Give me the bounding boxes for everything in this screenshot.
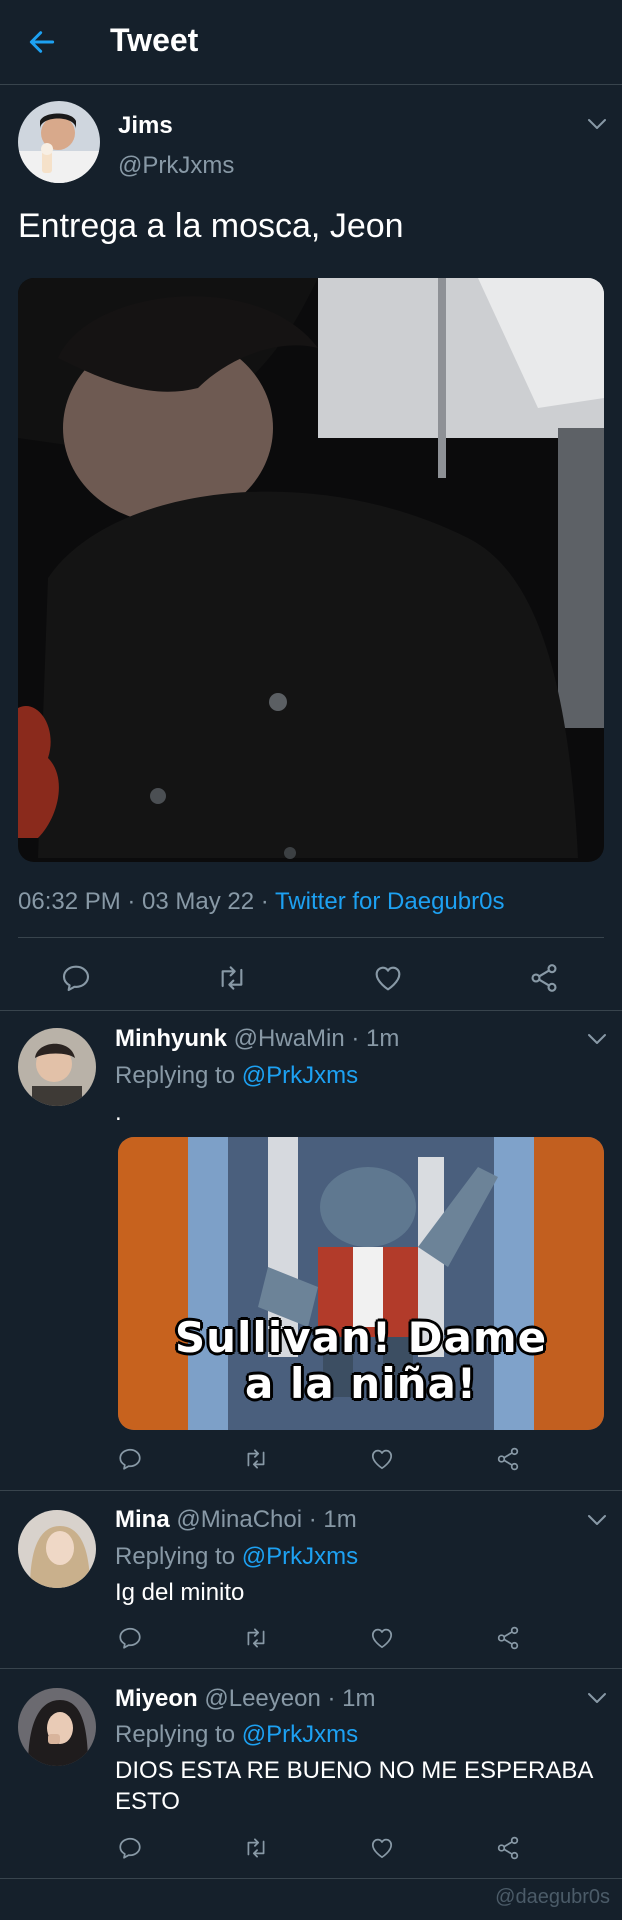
retweet-icon[interactable]: [243, 1625, 269, 1651]
reply-gif[interactable]: Sullivan! Dame a la niña!: [118, 1137, 604, 1430]
reply-handle-time: @Leeyeon · 1m: [197, 1685, 376, 1712]
chevron-down-icon[interactable]: [586, 1691, 608, 1705]
replying-label: Replying to: [115, 1721, 242, 1748]
avatar[interactable]: [18, 1028, 96, 1106]
tweet-meta: 06:32 PM · 03 May 22 · Twitter for Daegu…: [18, 888, 504, 916]
retweet-icon[interactable]: [243, 1446, 269, 1472]
reply-handle-time: @MinaChoi · 1m: [169, 1506, 357, 1533]
share-icon[interactable]: [495, 1625, 521, 1651]
reply-text: .: [115, 1099, 122, 1126]
share-icon[interactable]: [495, 1446, 521, 1472]
tweet-image[interactable]: [18, 278, 604, 862]
like-icon[interactable]: [369, 1446, 395, 1472]
like-icon[interactable]: [369, 1835, 395, 1861]
avatar[interactable]: [18, 1510, 96, 1588]
replying-to: Replying to @PrkJxms: [115, 1062, 358, 1090]
replying-handle-link[interactable]: @PrkJxms: [242, 1062, 358, 1089]
divider: [0, 1878, 622, 1879]
retweet-icon[interactable]: [243, 1835, 269, 1861]
replying-label: Replying to: [115, 1062, 242, 1089]
meme-caption-line: a la niña!: [244, 1359, 478, 1408]
top-bar: Tweet: [0, 0, 622, 85]
divider: [0, 1490, 622, 1491]
replying-handle-link[interactable]: @PrkJxms: [242, 1721, 358, 1748]
reply-header: Miyeon @Leeyeon · 1m: [115, 1685, 375, 1713]
reply-handle-time: @HwaMin · 1m: [227, 1025, 400, 1052]
avatar[interactable]: [18, 1688, 96, 1766]
replying-to: Replying to @PrkJxms: [115, 1543, 358, 1571]
tweet-timestamp: 06:32 PM · 03 May 22 ·: [18, 888, 276, 915]
chevron-down-icon[interactable]: [586, 117, 608, 131]
divider: [18, 937, 604, 938]
reply-text: DIOS ESTA RE BUENO NO ME ESPERABA ESTO: [115, 1757, 593, 1815]
reply-text: Ig del minito: [115, 1579, 245, 1606]
reply-icon[interactable]: [117, 1835, 143, 1861]
tweet-text: Entrega a la mosca, Jeon: [18, 207, 404, 245]
reply-author-name[interactable]: Minhyunk: [115, 1025, 227, 1052]
meme-caption-line: Sullivan! Dame: [174, 1313, 548, 1362]
tweet-source-link[interactable]: Twitter for Daegubr0s: [275, 888, 504, 915]
share-icon[interactable]: [528, 962, 560, 994]
chevron-down-icon[interactable]: [586, 1032, 608, 1046]
divider: [0, 1010, 622, 1011]
reply-icon[interactable]: [117, 1446, 143, 1472]
like-icon[interactable]: [369, 1625, 395, 1651]
reply-header: Minhyunk @HwaMin · 1m: [115, 1025, 399, 1053]
replying-label: Replying to: [115, 1543, 242, 1570]
tweet-actions: [0, 950, 622, 1010]
retweet-icon[interactable]: [216, 962, 248, 994]
reply-icon[interactable]: [117, 1625, 143, 1651]
author-name[interactable]: Jims: [118, 112, 173, 140]
replying-handle-link[interactable]: @PrkJxms: [242, 1543, 358, 1570]
reply-header: Mina @MinaChoi · 1m: [115, 1506, 357, 1534]
share-icon[interactable]: [495, 1835, 521, 1861]
reply-icon[interactable]: [60, 962, 92, 994]
author-handle[interactable]: @PrkJxms: [118, 152, 234, 180]
avatar[interactable]: [18, 101, 100, 183]
replying-to: Replying to @PrkJxms: [115, 1721, 358, 1749]
reply-author-name[interactable]: Miyeon: [115, 1685, 198, 1712]
reply-author-name[interactable]: Mina: [115, 1506, 170, 1533]
divider: [0, 1668, 622, 1669]
chevron-down-icon[interactable]: [586, 1513, 608, 1527]
like-icon[interactable]: [372, 962, 404, 994]
back-arrow-icon[interactable]: [26, 26, 58, 58]
page-title: Tweet: [110, 22, 199, 58]
meme-caption: Sullivan! Dame a la niña!: [118, 1315, 604, 1407]
watermark: @daegubr0s: [495, 1886, 610, 1908]
